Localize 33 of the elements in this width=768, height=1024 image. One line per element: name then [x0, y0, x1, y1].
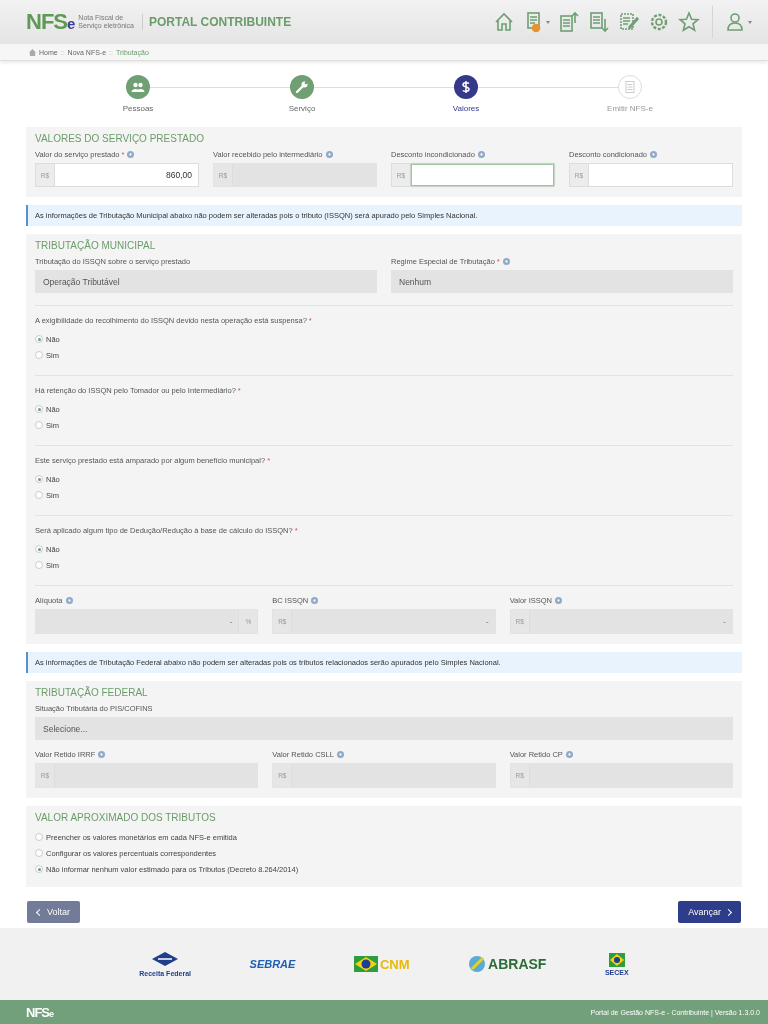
step-label: Valores — [452, 104, 480, 113]
house-icon — [493, 11, 515, 33]
gear-icon — [648, 11, 670, 33]
home-icon — [29, 48, 36, 56]
partner-logo: ABRASF — [468, 955, 547, 973]
nfse-logo: NFSe — [26, 1004, 53, 1020]
section-title: TRIBUTAÇÃO MUNICIPAL — [35, 240, 157, 251]
partner-logo: SEBRAE — [249, 958, 296, 970]
next-button[interactable]: Avançar — [678, 901, 741, 923]
document-icon — [623, 80, 637, 94]
portal-title: PORTAL CONTRIBUINTE — [149, 15, 292, 29]
step-label: Serviço — [288, 104, 316, 113]
wrench-icon — [295, 80, 309, 94]
back-button[interactable]: Voltar — [27, 901, 80, 923]
star-icon — [678, 11, 700, 33]
document-download-icon — [588, 11, 610, 33]
people-icon — [131, 80, 145, 94]
nfse-logo: NFSe — [26, 9, 75, 35]
document-upload-icon — [558, 11, 580, 33]
favorites-button[interactable] — [676, 9, 702, 35]
partner-logo: CNM — [353, 956, 410, 972]
select-field[interactable]: Operação Tributável — [35, 270, 377, 293]
select-field[interactable]: Selecione... — [35, 717, 733, 740]
dollar-icon — [459, 80, 473, 94]
step-label: Emitir NFS-e — [607, 104, 653, 113]
select-field[interactable]: Nenhum — [391, 270, 733, 293]
section-title: TRIBUTAÇÃO FEDERAL — [35, 687, 149, 698]
step-circle[interactable] — [454, 75, 478, 99]
document-pencil-icon — [618, 11, 640, 33]
help-icon — [502, 258, 510, 265]
step-label: Pessoas — [122, 104, 154, 113]
section-title: VALOR APROXIMADO DOS TRIBUTOS — [35, 812, 217, 823]
section-title: VALORES DO SERVIÇO PRESTADO — [35, 133, 205, 144]
